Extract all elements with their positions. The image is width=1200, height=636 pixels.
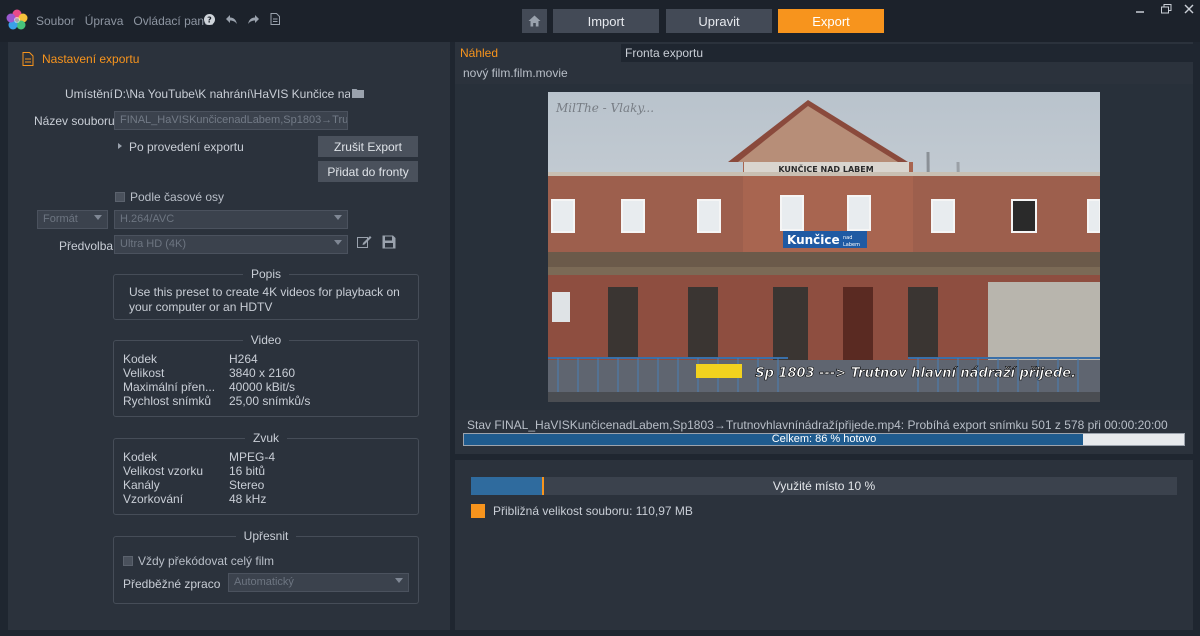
menu-bar: Soubor Úprava Ovládací panel	[36, 14, 213, 28]
filename-label: Název souboru	[34, 114, 115, 128]
preview-panel: Náhled Fronta exportu nový film.film.mov…	[455, 42, 1193, 454]
home-icon	[528, 15, 541, 27]
menu-file[interactable]: Soubor	[36, 14, 75, 28]
document-icon[interactable]	[268, 13, 282, 28]
undo-icon[interactable]	[224, 14, 238, 28]
preset-select[interactable]: Ultra HD (4K)	[114, 235, 348, 254]
video-title: Video	[242, 333, 290, 347]
preview-image: KUNČICE NAD LABEM Kunčice nad Labem MilT…	[548, 92, 1100, 402]
video-row: Maximální přen... 40000 kBit/s	[123, 380, 296, 394]
menu-edit[interactable]: Úprava	[85, 14, 124, 28]
tab-edit[interactable]: Upravit	[666, 9, 772, 33]
format-select-label: Formát	[43, 213, 78, 225]
redo-icon[interactable]	[246, 14, 260, 28]
tab-export[interactable]: Export	[778, 9, 884, 33]
edit-preset-icon[interactable]	[357, 235, 372, 252]
chevron-down-icon	[94, 215, 102, 220]
prerender-label: Předběžné zpraco	[123, 577, 221, 591]
disk-usage-bar: Využité místo 10 %	[471, 477, 1177, 495]
export-status: Stav FINAL_HaVISKunčicenadLabem,Sp1803→T…	[467, 418, 1168, 432]
estimated-file-size: Přibližná velikost souboru: 110,97 MB	[471, 504, 693, 518]
file-size-text: Přibližná velikost souboru: 110,97 MB	[493, 504, 693, 518]
timeline-checkbox[interactable]: Podle časové osy	[115, 190, 224, 204]
close-icon[interactable]	[1184, 4, 1194, 17]
audio-row: Velikost vzorku 16 bitů	[123, 464, 266, 478]
restore-icon[interactable]	[1161, 4, 1172, 17]
codec-select-value: H.264/AVC	[120, 213, 175, 225]
export-progress-text: Celkem: 86 % hotovo	[771, 433, 877, 445]
video-row: Rychlost snímků 25,00 snímků/s	[123, 394, 311, 408]
caption-text: Sp 1803 ---> Trutnov hlavní nádraží přij…	[755, 366, 1076, 381]
export-settings-panel: Nastavení exportu Umístění D:\Na YouTube…	[8, 42, 450, 630]
preset-label: Předvolba	[59, 239, 114, 253]
save-preset-icon[interactable]	[382, 235, 396, 252]
location-label: Umístění	[65, 87, 114, 101]
watermark-text: MilThe - Vlaky...	[555, 101, 654, 115]
video-row: Velikost 3840 x 2160	[123, 366, 296, 380]
prerender-select-value: Automatický	[234, 576, 294, 588]
svg-text:?: ?	[207, 15, 212, 24]
codec-select[interactable]: H.264/AVC	[114, 210, 348, 229]
tab-import[interactable]: Import	[553, 9, 659, 33]
blue-sign-small-2: Labem	[843, 242, 860, 248]
prerender-select[interactable]: Automatický	[228, 573, 409, 592]
refine-group: Upřesnit Vždy překódovat celý film Předb…	[113, 529, 419, 604]
expand-arrow-icon[interactable]	[118, 143, 122, 149]
minimize-icon[interactable]	[1135, 4, 1145, 17]
audio-row: Kodek MPEG-4	[123, 450, 276, 464]
tab-export-queue[interactable]: Fronta exportu	[621, 44, 1193, 62]
tab-preview[interactable]: Náhled	[455, 44, 621, 62]
file-size-legend-swatch	[471, 504, 485, 518]
checkbox-box[interactable]	[115, 192, 125, 202]
cancel-export-button[interactable]: Zrušit Export	[318, 136, 418, 157]
blue-sign-small-1: nad	[843, 235, 852, 241]
app-logo-icon[interactable]	[6, 9, 28, 31]
always-recode-checkbox[interactable]: Vždy překódovat celý film	[123, 554, 274, 568]
home-button[interactable]	[522, 9, 547, 33]
description-group: Popis Use this preset to create 4K video…	[113, 267, 419, 320]
always-recode-label: Vždy překódovat celý film	[138, 554, 275, 568]
chevron-down-icon	[395, 578, 403, 583]
video-group: Video Kodek H264 Velikost 3840 x 2160 Maxi…	[113, 333, 419, 417]
add-to-queue-button[interactable]: Přidat do fronty	[318, 161, 418, 182]
help-icon[interactable]: ?	[202, 13, 216, 28]
description-title: Popis	[242, 267, 290, 281]
audio-row: Vzorkování 48 kHz	[123, 492, 267, 506]
movie-name: nový film.film.movie	[463, 66, 568, 80]
description-text: Use this preset to create 4K videos for …	[129, 285, 400, 314]
folder-icon[interactable]	[352, 87, 364, 101]
after-export-label[interactable]: Po provedení exportu	[129, 140, 244, 154]
blue-sign-text: Kunčice	[787, 233, 840, 247]
audio-group: Zvuk Kodek MPEG-4 Velikost vzorku 16 bitů …	[113, 431, 419, 515]
chevron-down-icon	[334, 215, 342, 220]
filename-input[interactable]: FINAL_HaVISKunčicenadLabem,Sp1803→Trutn	[114, 111, 348, 130]
format-select[interactable]: Formát	[37, 210, 108, 229]
export-progress-bar: Celkem: 86 % hotovo	[463, 433, 1185, 446]
export-settings-title: Nastavení exportu	[42, 52, 140, 66]
toolbar-icons: ?	[202, 13, 282, 28]
refine-title: Upřesnit	[235, 529, 297, 543]
export-settings-header: Nastavení exportu	[22, 52, 139, 66]
timeline-checkbox-label: Podle časové osy	[130, 190, 225, 204]
top-bar: Soubor Úprava Ovládací panel ? Import Up…	[0, 0, 1200, 42]
disk-usage-text: Využité místo 10 %	[772, 479, 876, 493]
video-row: Kodek H264	[123, 352, 258, 366]
audio-title: Zvuk	[244, 431, 287, 445]
audio-row: Kanály Stereo	[123, 478, 265, 492]
location-value: D:\Na YouTube\K nahrání\HaVIS Kunčice na…	[114, 87, 350, 101]
disk-usage-panel: Využité místo 10 % Přibližná velikost so…	[455, 460, 1193, 630]
preset-select-value: Ultra HD (4K)	[120, 238, 187, 250]
preview-area: KUNČICE NAD LABEM Kunčice nad Labem MilT…	[455, 84, 1193, 410]
checkbox-box[interactable]	[123, 556, 133, 566]
settings-document-icon	[22, 52, 34, 66]
chevron-down-icon	[334, 240, 342, 245]
